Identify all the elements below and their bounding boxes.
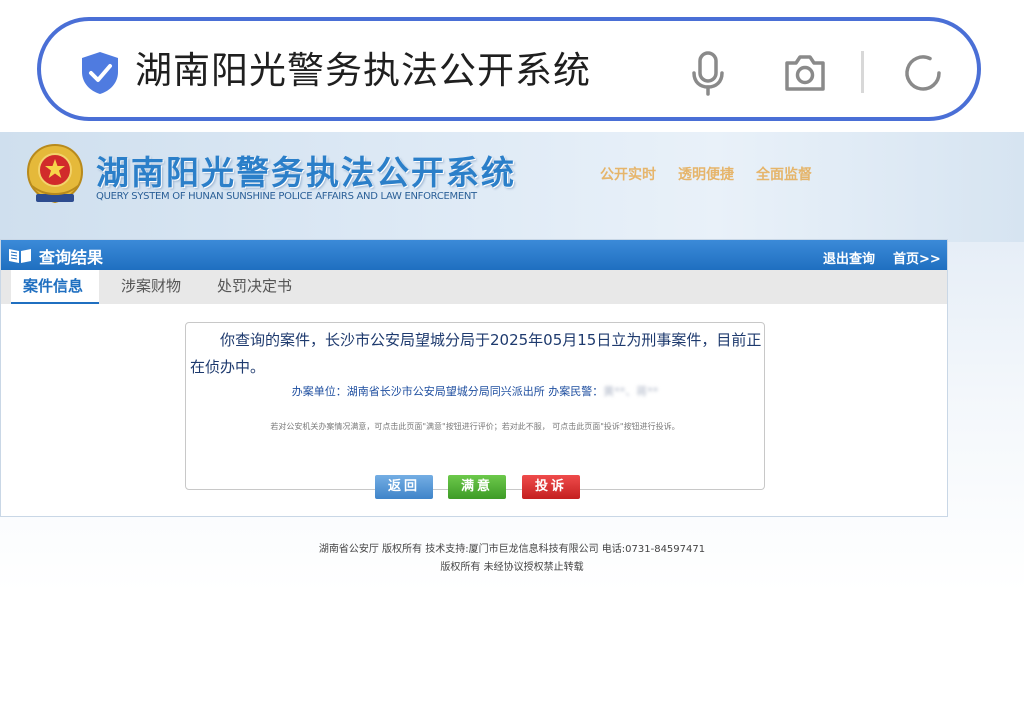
tab-penalty-decision[interactable]: 处罚决定书: [205, 270, 304, 304]
footer-notice: 版权所有 未经协议授权禁止转载: [440, 562, 584, 573]
slogan-realtime: 公开实时: [600, 167, 656, 183]
org-label: 办案单位：: [291, 385, 347, 398]
camera-icon[interactable]: [781, 49, 829, 97]
officer-label: 办案民警：: [548, 385, 604, 398]
microphone-icon[interactable]: [684, 49, 732, 97]
tab-bar: 案件信息 涉案财物 处罚决定书: [1, 270, 947, 304]
open-book-icon: [9, 249, 31, 263]
footer-copyright: 湖南省公安厅 版权所有 技术支持:厦门市巨龙信息科技有限公司 电话:0731-8…: [318, 544, 706, 555]
tab-case-info[interactable]: 案件信息: [11, 270, 99, 304]
query-result-panel: 查询结果 退出查询 首页>> 案件信息 涉案财物 处罚决定书 你查询的案件，长沙…: [0, 239, 948, 517]
tab-case-property[interactable]: 涉案财物: [109, 270, 193, 304]
feedback-hint: 若对公安机关办案情况满意，可点击此页面"满意"按钮进行评价；若对此不服， 可点击…: [270, 422, 680, 431]
panel-header: 查询结果 退出查询 首页>>: [1, 240, 947, 270]
home-link[interactable]: 首页>>: [893, 248, 941, 267]
slogan-supervision: 全面监督: [756, 167, 812, 183]
result-message-box: 你查询的案件，长沙市公安局望城分局于2025年05月15日立为刑事案件，目前正在…: [185, 322, 765, 499]
refresh-icon[interactable]: [899, 49, 947, 97]
officer-value: 黄**、蒋**: [603, 385, 659, 398]
case-handling-info: 办案单位：湖南省长沙市公安局望城分局同兴派出所 办案民警：黄**、蒋**: [186, 383, 764, 399]
search-bar-divider: [861, 51, 864, 93]
slogan-transparent: 透明便捷: [678, 167, 734, 183]
result-message: 你查询的案件，长沙市公安局望城分局于2025年05月15日立为刑事案件，目前正在…: [190, 331, 762, 376]
page-body: 湖南阳光警务执法公开系统 QUERY SYSTEM OF HUNAN SUNSH…: [0, 132, 1024, 724]
search-bar[interactable]: 湖南阳光警务执法公开系统: [37, 17, 981, 121]
police-emblem-icon: [26, 143, 84, 204]
system-title: 湖南阳光警务执法公开系统: [96, 153, 516, 192]
complain-button[interactable]: 投诉: [522, 475, 580, 499]
site-banner: 湖南阳光警务执法公开系统 QUERY SYSTEM OF HUNAN SUNSH…: [0, 132, 1024, 242]
browser-top-area: 湖南阳光警务执法公开系统: [0, 0, 1024, 132]
org-value: 湖南省长沙市公安局望城分局同兴派出所: [346, 385, 545, 398]
panel-title: 查询结果: [39, 248, 104, 267]
satisfied-button[interactable]: 满意: [448, 475, 506, 499]
logout-query-link[interactable]: 退出查询: [823, 248, 875, 267]
system-subtitle: QUERY SYSTEM OF HUNAN SUNSHINE POLICE AF…: [96, 191, 477, 202]
shield-check-icon: [82, 52, 118, 94]
back-button[interactable]: 返回: [375, 475, 433, 499]
search-query-text[interactable]: 湖南阳光警务执法公开系统: [135, 47, 591, 95]
